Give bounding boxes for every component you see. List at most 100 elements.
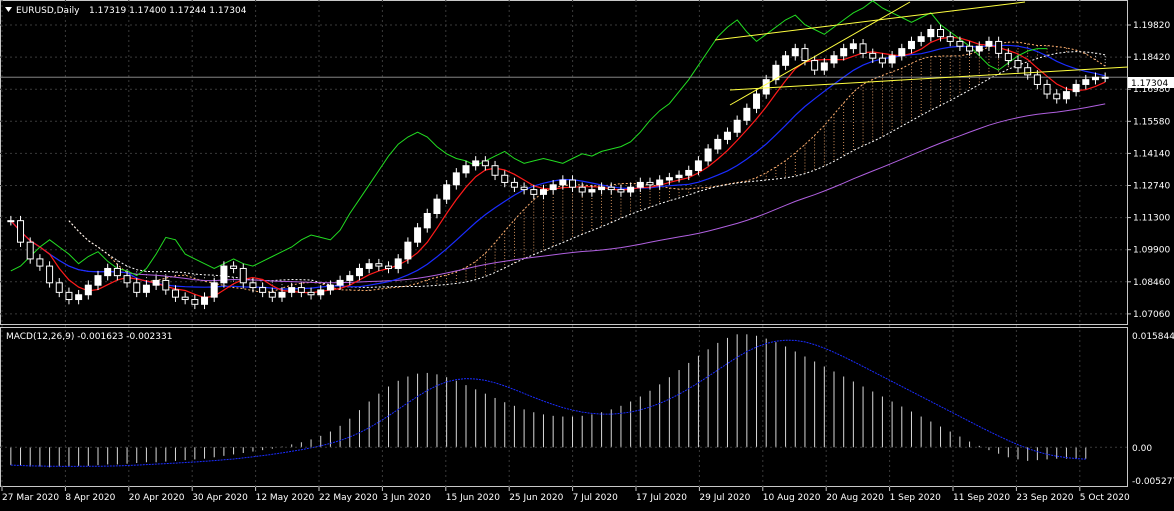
candle-body <box>578 186 586 193</box>
candle-body <box>946 36 954 42</box>
candle-body <box>733 119 741 133</box>
candle-body <box>46 265 54 284</box>
candle-body <box>888 55 896 64</box>
candle-body <box>878 57 886 64</box>
candle-body <box>898 48 906 57</box>
candle-body <box>917 36 925 42</box>
candle-body <box>317 289 325 296</box>
candle-body <box>75 294 83 301</box>
candle-body <box>753 93 761 109</box>
candle-body <box>1024 67 1032 76</box>
candle-body <box>636 181 644 188</box>
time-axis-label: 10 Aug 2020 <box>763 493 821 503</box>
candle-body <box>423 213 431 229</box>
candle-body <box>278 291 286 298</box>
macd-scale-top: 0.015844 <box>1132 332 1174 342</box>
candle-body <box>840 48 848 57</box>
candle-body <box>113 267 121 277</box>
chart-window[interactable]: 1.19820 1.18420 1.16980 1.15580 1.14140 1.127… <box>0 0 1174 507</box>
current-price-label: 1.17304 <box>1131 79 1168 89</box>
candlesticks[interactable] <box>7 24 1109 310</box>
candle-body <box>385 265 393 269</box>
candle-body <box>171 289 179 298</box>
candle-body <box>869 52 877 59</box>
candle-body <box>142 284 150 293</box>
kijun-sen-line <box>10 44 1106 290</box>
candle-body <box>607 186 615 191</box>
candle-body <box>336 279 344 286</box>
candle-body <box>801 48 809 62</box>
candle-body <box>646 181 654 186</box>
candle-body <box>927 28 935 38</box>
candle-body <box>1033 74 1041 85</box>
candle-body <box>394 258 402 269</box>
candle-body <box>1101 76 1109 79</box>
ichimoku-cloud <box>68 41 1106 293</box>
candle-body <box>268 291 276 298</box>
macd-label: MACD(12,26,9) -0.001623 -0.002331 <box>6 332 172 342</box>
candle-body <box>7 220 15 223</box>
time-axis-label: 27 Mar 2020 <box>2 493 59 503</box>
time-axis-label: 23 Sep 2020 <box>1016 493 1073 503</box>
candle-body <box>510 181 518 188</box>
candle-body <box>820 62 828 71</box>
candle-body <box>1043 83 1051 95</box>
candle-body <box>539 189 547 195</box>
candle-body <box>762 79 770 95</box>
candle-body <box>220 265 228 284</box>
triangle-down-icon[interactable] <box>5 7 12 12</box>
candle-body <box>627 186 635 193</box>
candle-body <box>433 198 441 215</box>
candle-body <box>520 186 528 191</box>
candle-body <box>191 299 199 305</box>
candle-body <box>966 45 974 52</box>
candle-body <box>152 279 160 286</box>
candle-body <box>743 107 751 121</box>
candle-body <box>617 189 625 193</box>
candle-body <box>26 241 34 260</box>
candle-body <box>404 241 412 260</box>
moving-average-line <box>10 103 1106 284</box>
candle-body <box>481 160 489 167</box>
grid <box>0 0 1127 487</box>
candle-body <box>65 291 73 301</box>
price-axis-label: 1.19820 <box>1133 21 1170 31</box>
price-axis-label: 1.14140 <box>1133 149 1170 159</box>
price-axis-label: 1.11300 <box>1133 214 1170 224</box>
candle-body <box>472 160 480 167</box>
time-axis-label: 30 Apr 2020 <box>192 493 248 503</box>
axes: 1.198201.184201.169801.155801.141401.127… <box>1 21 1170 503</box>
candle-body <box>133 282 141 293</box>
candle-body <box>1014 60 1022 69</box>
candle-body <box>346 275 354 281</box>
candle-body <box>549 184 557 191</box>
candle-body <box>288 287 296 293</box>
time-axis-label: 8 Apr 2020 <box>65 493 115 503</box>
candle-body <box>937 28 945 38</box>
candle-body <box>123 275 131 284</box>
candle-body <box>104 267 112 277</box>
candle-body <box>414 227 422 243</box>
candle-body <box>326 284 334 291</box>
price-axis-label: 1.12740 <box>1133 182 1170 192</box>
symbol-label: EURUSD,Daily <box>16 6 80 16</box>
candle-body <box>791 48 799 57</box>
candle-body <box>36 258 44 267</box>
chart-canvas[interactable]: 1.198201.184201.169801.155801.141401.127… <box>0 0 1174 507</box>
macd-scale-bottom: -0.005277 <box>1132 477 1174 487</box>
candle-body <box>501 174 509 183</box>
candle-body <box>685 169 693 176</box>
candle-body <box>365 263 373 269</box>
price-axis-label: 1.18420 <box>1133 53 1170 63</box>
time-axis-label: 20 Apr 2020 <box>129 493 185 503</box>
time-axis-label: 1 Sep 2020 <box>890 493 942 503</box>
candle-body <box>530 189 538 195</box>
price-axis-label: 1.07060 <box>1133 310 1170 320</box>
time-axis-label: 15 Jun 2020 <box>446 493 500 503</box>
candle-body <box>665 177 673 181</box>
time-axis-label: 7 Jul 2020 <box>573 493 618 503</box>
macd-pane-border <box>0 327 1128 487</box>
candle-body <box>162 279 170 291</box>
candle-body <box>443 184 451 200</box>
candle-body <box>656 179 664 186</box>
